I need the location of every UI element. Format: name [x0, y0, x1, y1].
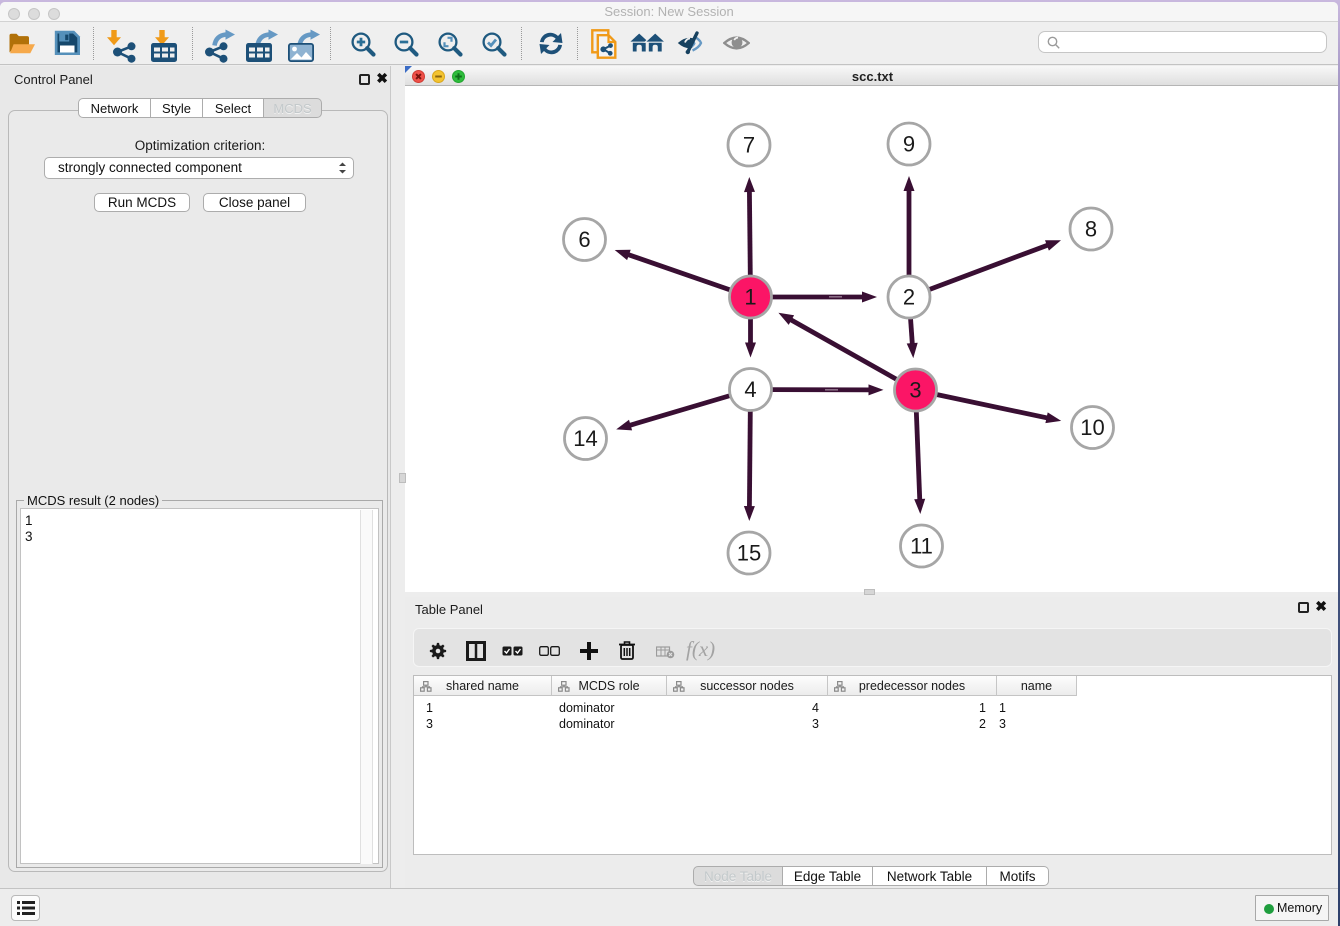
svg-text:14: 14 [573, 426, 597, 451]
svg-text:10: 10 [1080, 415, 1104, 440]
svg-text:4: 4 [744, 377, 756, 402]
svg-text:15: 15 [737, 541, 761, 566]
svg-text:8: 8 [1085, 217, 1097, 242]
svg-text:3: 3 [909, 378, 921, 403]
svg-text:6: 6 [578, 227, 590, 252]
svg-text:7: 7 [743, 133, 755, 158]
svg-text:2: 2 [903, 285, 915, 310]
svg-text:1: 1 [744, 285, 756, 310]
svg-text:9: 9 [903, 132, 915, 157]
svg-text:11: 11 [910, 534, 933, 559]
